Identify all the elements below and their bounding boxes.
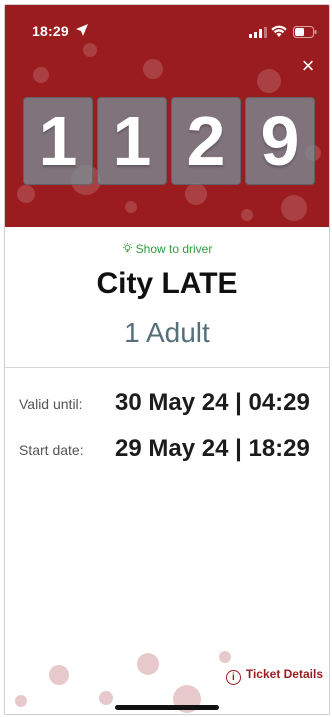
- code-digit: 9: [245, 97, 315, 185]
- ticket-screen: 18:29 × 1 1 2 9 Show to driver City LATE…: [4, 4, 330, 715]
- status-bar: 18:29: [5, 5, 329, 55]
- bokeh-dot: [143, 59, 163, 79]
- show-to-driver-label: Show to driver: [135, 242, 213, 256]
- bokeh-dot: [49, 665, 69, 685]
- bokeh-dot: [17, 185, 35, 203]
- bokeh-dot: [99, 691, 113, 705]
- signal-icon: [249, 27, 267, 38]
- bokeh-dot: [33, 67, 49, 83]
- ticket-name: City LATE: [96, 267, 238, 300]
- show-to-driver-hint: Show to driver: [5, 242, 329, 256]
- start-date-row: Start date: 29 May 24 | 18:29: [19, 435, 319, 465]
- code-digit: 1: [97, 97, 167, 185]
- divider: [5, 367, 329, 368]
- valid-until-label: Valid until:: [19, 396, 83, 412]
- start-date-label: Start date:: [19, 442, 84, 458]
- valid-until-value: 30 May 24 | 04:29: [115, 389, 310, 416]
- info-icon: i: [225, 670, 241, 685]
- home-indicator[interactable]: [115, 705, 219, 710]
- bokeh-dot: [185, 183, 207, 205]
- lightbulb-icon: [122, 243, 132, 253]
- location-arrow-icon: [76, 24, 88, 36]
- ticket-footer: i Ticket Details: [5, 647, 329, 714]
- bokeh-dot: [15, 695, 27, 707]
- wifi-icon: [271, 25, 287, 37]
- driver-code: 1 1 2 9: [23, 97, 315, 185]
- bokeh-dot: [281, 195, 307, 221]
- status-time: 18:29: [32, 23, 69, 39]
- ticket-details-label: Ticket Details: [245, 667, 323, 681]
- bokeh-dot: [137, 653, 159, 675]
- valid-until-row: Valid until: 30 May 24 | 04:29: [19, 389, 319, 419]
- bokeh-dot: [219, 651, 231, 663]
- close-button[interactable]: ×: [295, 53, 321, 79]
- battery-icon: [293, 26, 317, 38]
- ticket-details-link[interactable]: i Ticket Details: [225, 667, 323, 685]
- bokeh-dot: [257, 69, 281, 93]
- bokeh-dot: [241, 209, 253, 221]
- code-digit: 2: [171, 97, 241, 185]
- passenger-type: 1 Adult: [124, 317, 210, 348]
- start-date-value: 29 May 24 | 18:29: [115, 435, 310, 462]
- bokeh-dot: [125, 201, 137, 213]
- ticket-header: 18:29 × 1 1 2 9: [5, 5, 329, 227]
- code-digit: 1: [23, 97, 93, 185]
